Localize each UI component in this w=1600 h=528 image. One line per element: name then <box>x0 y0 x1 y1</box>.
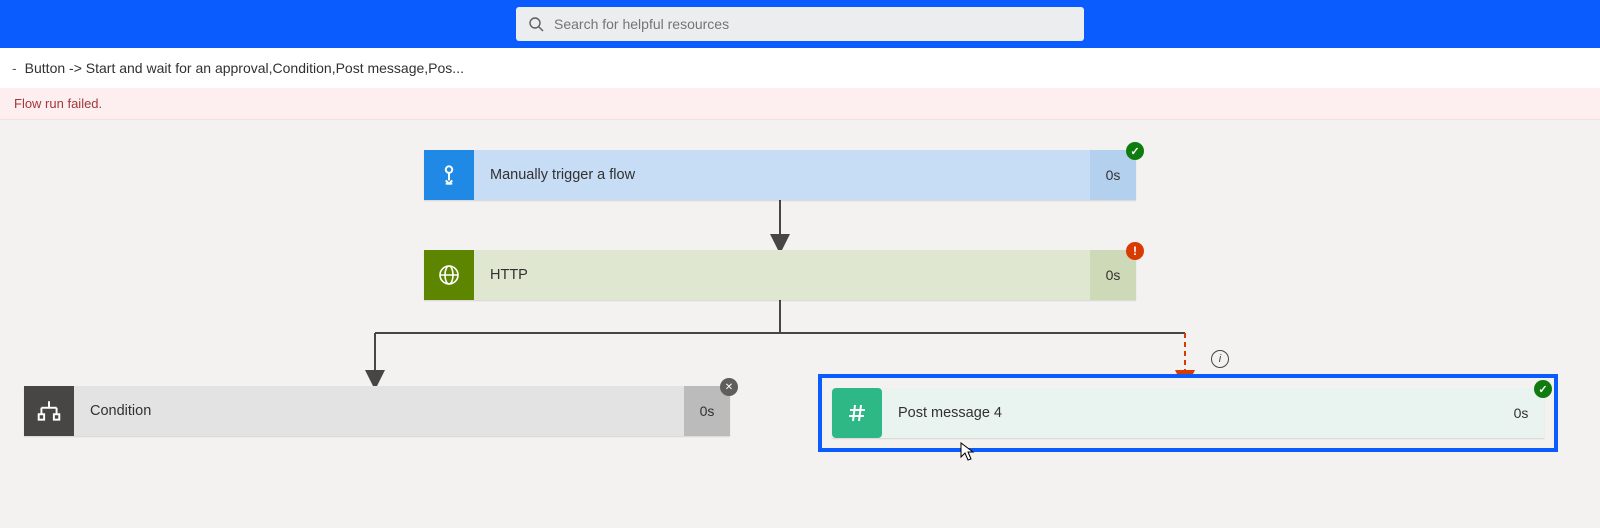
top-bar <box>0 0 1600 48</box>
card-condition-title: Condition <box>74 386 684 436</box>
trigger-icon-tile <box>424 150 474 200</box>
card-slack-selection[interactable]: Post message 4 0s <box>818 374 1558 452</box>
card-slack-title: Post message 4 <box>882 388 1498 438</box>
flow-canvas: Manually trigger a flow 0s HTTP 0s Condi… <box>0 120 1600 526</box>
card-trigger-title: Manually trigger a flow <box>474 150 1090 200</box>
slack-icon-tile <box>832 388 882 438</box>
breadcrumb-dash: - <box>12 60 17 76</box>
touch-icon <box>436 162 462 188</box>
error-banner-text: Flow run failed. <box>14 96 102 111</box>
http-icon-tile <box>424 250 474 300</box>
search-input[interactable] <box>554 16 1072 32</box>
card-slack[interactable]: Post message 4 0s <box>832 388 1544 438</box>
card-http-title: HTTP <box>474 250 1090 300</box>
card-condition[interactable]: Condition 0s <box>24 386 730 436</box>
hash-icon <box>845 401 869 425</box>
card-trigger[interactable]: Manually trigger a flow 0s <box>424 150 1136 200</box>
status-success-icon <box>1126 142 1144 160</box>
status-error-icon <box>1126 242 1144 260</box>
status-cancelled-icon <box>720 378 738 396</box>
breadcrumb-title: Button -> Start and wait for an approval… <box>25 60 464 76</box>
search-box[interactable] <box>516 7 1084 41</box>
branch-icon <box>36 398 62 424</box>
status-success-icon <box>1534 380 1552 398</box>
info-icon[interactable]: i <box>1211 350 1229 368</box>
card-http[interactable]: HTTP 0s <box>424 250 1136 300</box>
globe-icon <box>437 263 461 287</box>
error-banner: Flow run failed. <box>0 88 1600 120</box>
condition-icon-tile <box>24 386 74 436</box>
breadcrumb: - Button -> Start and wait for an approv… <box>0 48 1600 88</box>
search-icon <box>528 16 544 32</box>
